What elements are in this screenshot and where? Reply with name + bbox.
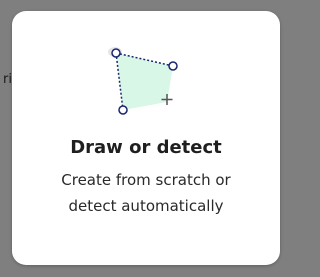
background-text-fragment: ri <box>3 72 12 87</box>
polygon-fill <box>116 53 173 110</box>
card-description: Create from scratch or detect automatica… <box>12 167 280 219</box>
card-description-line2: detect automatically <box>68 197 224 215</box>
vertex-handle <box>168 61 178 71</box>
vertex-handle <box>111 48 121 58</box>
vertex-handle <box>118 105 128 115</box>
card-description-line1: Create from scratch or <box>61 171 231 189</box>
draw-or-detect-card[interactable]: Draw or detect Create from scratch or de… <box>12 11 280 265</box>
card-title: Draw or detect <box>70 137 222 158</box>
polygon-draw-icon <box>104 41 184 127</box>
